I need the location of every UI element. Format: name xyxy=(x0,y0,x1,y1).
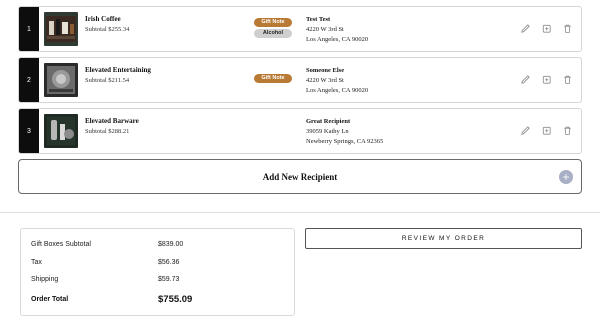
plus-icon: + xyxy=(559,170,573,184)
order-total-value: $755.09 xyxy=(158,294,193,305)
edit-icon[interactable] xyxy=(520,23,531,34)
summary-value: $56.36 xyxy=(158,259,180,266)
summary-row-total: Order Total $755.09 xyxy=(31,294,286,305)
badge-group: Gift Note xyxy=(254,74,292,85)
recipient-row: 3 Elevated Barware Subtotal $288.21 Grea… xyxy=(18,108,582,154)
edit-icon[interactable] xyxy=(520,74,531,85)
address-line2: Newberry Springs, CA 92365 xyxy=(306,138,384,145)
product-name: Elevated Barware xyxy=(85,117,139,125)
add-new-recipient-label: Add New Recipient xyxy=(262,172,338,182)
trash-icon[interactable] xyxy=(562,125,573,136)
summary-label: Gift Boxes Subtotal xyxy=(31,241,91,248)
product-subtotal: Subtotal $255.34 xyxy=(85,26,130,33)
product-thumbnail xyxy=(44,114,78,148)
badge-group: Gift Note Alcohol xyxy=(254,18,292,40)
recipient-row: 1 Irish Coffee Subtotal $255.34 Gift Not… xyxy=(18,6,582,52)
recipient-list: 1 Irish Coffee Subtotal $255.34 Gift Not… xyxy=(18,6,582,159)
product-name: Irish Coffee xyxy=(85,15,121,23)
trash-icon[interactable] xyxy=(562,74,573,85)
recipient-row: 2 Elevated Entertaining Subtotal $211.54… xyxy=(18,57,582,103)
recipient-address: Test Test 4220 W 3rd St Los Angeles, CA … xyxy=(306,15,368,45)
review-my-order-button[interactable]: REVIEW MY ORDER xyxy=(305,228,582,249)
product-name: Elevated Entertaining xyxy=(85,66,151,74)
address-line2: Los Angeles, CA 90020 xyxy=(306,36,369,43)
row-index: 2 xyxy=(19,58,39,102)
summary-label: Shipping xyxy=(31,276,59,283)
duplicate-icon[interactable] xyxy=(541,74,552,85)
edit-icon[interactable] xyxy=(520,125,531,136)
product-subtotal: Subtotal $211.54 xyxy=(85,77,130,84)
summary-row-shipping: Shipping $59.73 xyxy=(31,276,286,283)
gift-note-badge: Gift Note xyxy=(254,74,292,83)
divider xyxy=(0,212,600,213)
summary-value: $839.00 xyxy=(158,241,184,248)
row-actions xyxy=(520,125,573,136)
alcohol-badge: Alcohol xyxy=(254,29,292,38)
recipient-name: Someone Else xyxy=(306,67,345,74)
recipient-address: Great Recipient 39059 Kathy Ln Newberry … xyxy=(306,117,383,147)
order-total-label: Order Total xyxy=(31,296,69,303)
recipient-name: Great Recipient xyxy=(306,118,351,125)
gift-note-badge: Gift Note xyxy=(254,18,292,27)
order-summary: Gift Boxes Subtotal $839.00 Tax $56.36 S… xyxy=(20,228,295,316)
row-actions xyxy=(520,23,573,34)
duplicate-icon[interactable] xyxy=(541,23,552,34)
recipient-address: Someone Else 4220 W 3rd St Los Angeles, … xyxy=(306,66,368,96)
product-thumbnail xyxy=(44,12,78,46)
product-subtotal: Subtotal $288.21 xyxy=(85,128,130,135)
row-index: 1 xyxy=(19,7,39,51)
summary-row-tax: Tax $56.36 xyxy=(31,259,286,266)
address-line1: 39059 Kathy Ln xyxy=(306,128,349,135)
add-new-recipient-button[interactable]: Add New Recipient + xyxy=(18,159,582,194)
summary-row-gift-boxes: Gift Boxes Subtotal $839.00 xyxy=(31,241,286,248)
summary-value: $59.73 xyxy=(158,276,180,283)
row-actions xyxy=(520,74,573,85)
product-thumbnail xyxy=(44,63,78,97)
address-line1: 4220 W 3rd St xyxy=(306,26,344,33)
address-line1: 4220 W 3rd St xyxy=(306,77,344,84)
recipient-name: Test Test xyxy=(306,16,331,23)
trash-icon[interactable] xyxy=(562,23,573,34)
row-index: 3 xyxy=(19,109,39,153)
duplicate-icon[interactable] xyxy=(541,125,552,136)
address-line2: Los Angeles, CA 90020 xyxy=(306,87,369,94)
summary-label: Tax xyxy=(31,259,42,266)
